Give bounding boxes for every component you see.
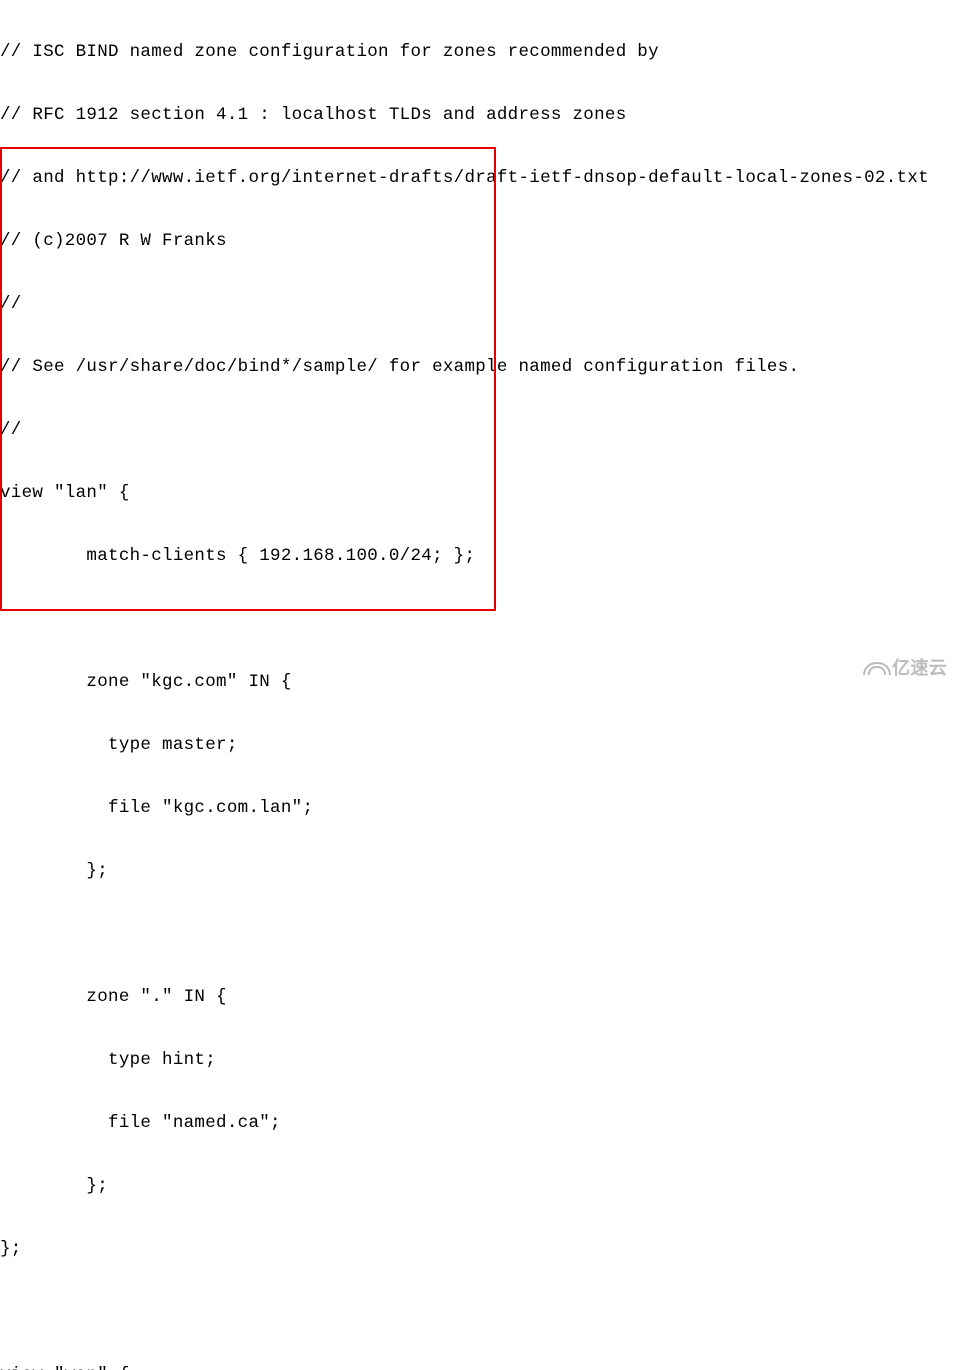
cloud-icon: [863, 661, 887, 677]
code-line: // ISC BIND named zone configuration for…: [0, 42, 961, 63]
code-line: // See /usr/share/doc/bind*/sample/ for …: [0, 357, 961, 378]
code-line: view "lan" {: [0, 483, 961, 504]
code-line: [0, 924, 961, 945]
code-line: [0, 1302, 961, 1323]
code-line: zone "kgc.com" IN {: [0, 672, 961, 693]
code-line: };: [0, 1176, 961, 1197]
code-line: //: [0, 420, 961, 441]
code-line: // RFC 1912 section 4.1 : localhost TLDs…: [0, 105, 961, 126]
watermark: 亿速云: [863, 658, 947, 679]
code-line: file "named.ca";: [0, 1113, 961, 1134]
highlight-box: [0, 147, 496, 611]
code-line: view "wan" {: [0, 1365, 961, 1370]
code-line: type master;: [0, 735, 961, 756]
code-line: match-clients { 192.168.100.0/24; };: [0, 546, 961, 567]
code-line: };: [0, 1239, 961, 1260]
code-line: // and http://www.ietf.org/internet-draf…: [0, 168, 961, 189]
watermark-text: 亿速云: [892, 658, 947, 679]
text-editor[interactable]: // ISC BIND named zone configuration for…: [0, 0, 961, 1370]
code-line: type hint;: [0, 1050, 961, 1071]
code-line: };: [0, 861, 961, 882]
code-line: zone "." IN {: [0, 987, 961, 1008]
code-line: // (c)2007 R W Franks: [0, 231, 961, 252]
code-line: [0, 609, 961, 630]
code-line: file "kgc.com.lan";: [0, 798, 961, 819]
code-line: //: [0, 294, 961, 315]
